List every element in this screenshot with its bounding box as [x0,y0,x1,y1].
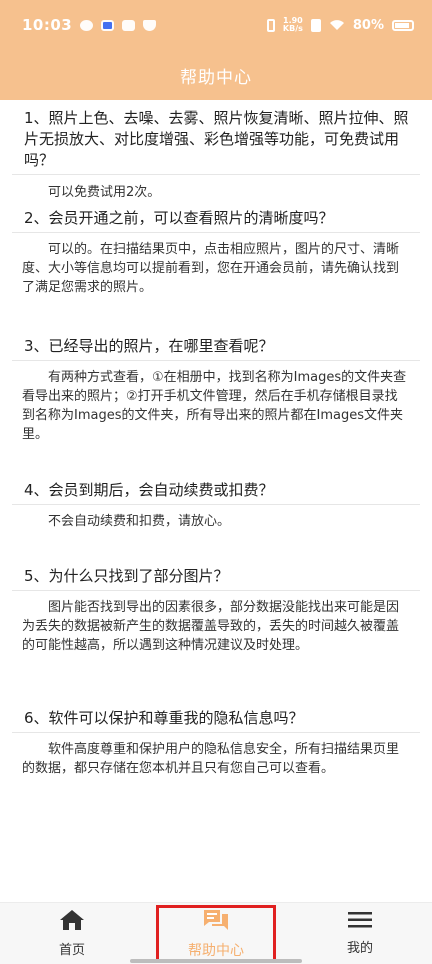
faq-item: 5、为什么只找到了部分图片？ 图片能否找到导出的因素很多，部分数据没能找出来可能… [12,566,420,655]
faq-question: 6、软件可以保护和尊重我的隐私信息吗？ [12,708,420,733]
faq-answer: 软件高度尊重和保护用户的隐私信息安全，所有扫描结果页里的数据，都只存储在您本机并… [22,742,400,776]
status-left: 10:03 [22,16,157,34]
nav-mine[interactable]: 我的 [300,905,420,963]
faq-answer: 有两种方式查看，①在相册中，找到名称为Images的文件夹查看导出来的照片；②打… [22,370,407,442]
shield-icon [143,19,157,31]
faq-question: 1、照片上色、去噪、去雾、照片恢复清晰、照片拉伸、照片无损放大、对比度增强、彩色… [12,108,420,175]
gesture-bar[interactable] [130,959,302,963]
faq-answer: 图片能否找到导出的因素很多，部分数据没能找出来可能是因为丢失的数据被新产生的数据… [22,600,400,653]
faq-question: 5、为什么只找到了部分图片？ [12,566,420,591]
faq-question: 2、会员开通之前，可以查看照片的清晰度吗？ [12,208,420,233]
faq-answer: 可以的。在扫描结果页中，点击相应照片，图片的尺寸、清晰度、大小等信息均可以提前看… [22,242,400,295]
status-bar: 10:03 1.90 KB/s 80% [0,0,432,50]
faq-answer: 可以免费试用2次。 [48,185,161,200]
faq-question: 3、已经导出的照片，在哪里查看呢？ [12,336,420,361]
faq-item: 6、软件可以保护和尊重我的隐私信息吗？ 软件高度尊重和保护用户的隐私信息安全，所… [12,708,420,778]
nav-mine-label: 我的 [346,941,373,956]
faq-list[interactable]: 1、照片上色、去噪、去雾、照片恢复清晰、照片拉伸、照片无损放大、对比度增强、彩色… [0,100,432,902]
faq-answer: 不会自动续费和扣费，请放心。 [48,514,231,529]
screen-record-icon [101,19,115,31]
status-right: 1.90 KB/s 80% [266,17,414,33]
faq-item: 2、会员开通之前，可以查看照片的清晰度吗？ 可以的。在扫描结果页中，点击相应照片… [12,208,420,297]
nav-home[interactable]: 首页 [12,905,132,963]
bottom-nav: 首页 帮助中心 我的 [0,902,432,964]
faq-item: 3、已经导出的照片，在哪里查看呢？ 有两种方式查看，①在相册中，找到名称为Ima… [12,336,420,444]
sim-icon [310,18,321,32]
wifi-icon [329,19,345,31]
status-time: 10:03 [22,16,73,34]
nav-home-label: 首页 [58,943,85,958]
battery-icon [392,19,414,31]
network-speed: 1.90 KB/s [283,17,303,33]
vibrate-icon [266,18,275,32]
faq-item: 4、会员到期后，会自动续费或扣费？ 不会自动续费和扣费，请放心。 [12,480,420,531]
home-icon [59,909,85,935]
battery-percent: 80% [352,17,384,33]
app-header: 帮助中心 [0,50,432,100]
app-notification-icon [80,19,94,31]
network-speed-unit: KB/s [282,24,303,33]
chat-icon [202,908,230,936]
nav-help-label: 帮助中心 [188,942,244,959]
page-title: 帮助中心 [180,67,252,88]
nav-help-center[interactable]: 帮助中心 [156,904,276,963]
faq-question: 4、会员到期后，会自动续费或扣费？ [12,480,420,505]
menu-icon [348,911,372,933]
faq-item: 1、照片上色、去噪、去雾、照片恢复清晰、照片拉伸、照片无损放大、对比度增强、彩色… [12,108,420,202]
mail-icon [122,19,136,31]
